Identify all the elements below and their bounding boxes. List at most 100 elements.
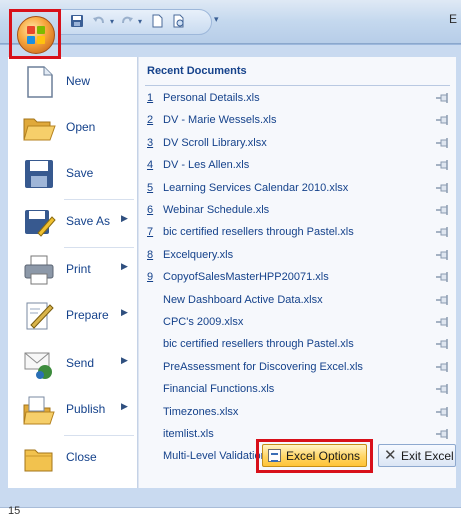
- recent-document-item[interactable]: Financial Functions.xls: [139, 379, 457, 401]
- office-logo-icon: [17, 16, 55, 54]
- submenu-arrow-icon: ▶: [121, 355, 128, 365]
- publish-command[interactable]: Publish ▶: [8, 387, 138, 433]
- quick-access-toolbar: ▾ ▾: [60, 9, 212, 35]
- office-button[interactable]: [9, 9, 61, 59]
- recent-document-number: 3: [147, 136, 154, 149]
- print-preview-icon[interactable]: [171, 14, 187, 30]
- recent-document-item[interactable]: New Dashboard Active Data.xlsx: [139, 290, 457, 312]
- send-icon: [22, 347, 56, 381]
- recent-document-item[interactable]: 2 DV - Marie Wessels.xls: [139, 110, 457, 132]
- recent-document-item[interactable]: Timezones.xlsx: [139, 402, 457, 424]
- recent-document-number: 5: [147, 181, 154, 194]
- pin-icon[interactable]: [435, 159, 451, 171]
- recent-documents-divider: [145, 85, 450, 86]
- pin-icon[interactable]: [435, 114, 451, 126]
- recent-document-name: itemlist.xls: [163, 428, 214, 440]
- send-command[interactable]: Send ▶: [8, 341, 138, 387]
- pin-icon[interactable]: [435, 182, 451, 194]
- publish-icon: [22, 393, 56, 427]
- pin-icon[interactable]: [435, 383, 451, 395]
- excel-options-button[interactable]: Excel Options: [262, 444, 367, 467]
- sheet-strip: 15: [0, 505, 461, 518]
- pin-icon[interactable]: [435, 137, 451, 149]
- customize-dropdown-icon[interactable]: ▾: [214, 14, 228, 28]
- recent-document-number: 9: [147, 271, 154, 284]
- recent-document-name: Webinar Schedule.xls: [163, 204, 270, 216]
- recent-document-item[interactable]: 4 DV - Les Allen.xls: [139, 155, 457, 177]
- pin-icon[interactable]: [435, 428, 451, 440]
- recent-document-name: CPC's 2009.xlsx: [163, 316, 244, 328]
- recent-document-name: bic certified resellers through Pastel.x…: [163, 226, 354, 239]
- save-icon: [22, 157, 56, 191]
- recent-document-item[interactable]: 5 Learning Services Calendar 2010.xlsx: [139, 178, 457, 200]
- save-command[interactable]: Save: [8, 151, 138, 197]
- printer-icon: [22, 253, 56, 287]
- recent-document-item[interactable]: CPC's 2009.xlsx: [139, 312, 457, 334]
- recent-document-name: Financial Functions.xls: [163, 383, 275, 396]
- recent-document-item[interactable]: 9 CopyofSalesMasterHPP20071.xls: [139, 267, 457, 289]
- recent-document-name: New Dashboard Active Data.xlsx: [163, 293, 323, 306]
- new-document-icon[interactable]: [149, 14, 165, 30]
- recent-document-item[interactable]: 6 Webinar Schedule.xls: [139, 200, 457, 222]
- recent-document-number: 2: [147, 114, 154, 127]
- row-number: 15: [8, 505, 21, 517]
- pin-icon[interactable]: [435, 271, 451, 283]
- submenu-arrow-icon: ▶: [121, 213, 128, 223]
- redo-dropdown-icon[interactable]: ▾: [135, 14, 145, 30]
- recent-document-name: PreAssessment for Discovering Excel.xls: [163, 360, 363, 373]
- pin-icon[interactable]: [435, 249, 451, 261]
- pin-icon[interactable]: [435, 316, 451, 328]
- prepare-command[interactable]: Prepare ▶: [8, 293, 138, 339]
- recent-document-number: 1: [147, 92, 154, 104]
- recent-document-name: Personal Details.xls: [163, 92, 260, 104]
- submenu-arrow-icon: ▶: [121, 401, 128, 411]
- save-icon[interactable]: [69, 14, 85, 30]
- recent-document-name: Learning Services Calendar 2010.xlsx: [163, 181, 349, 194]
- pin-icon[interactable]: [435, 92, 451, 104]
- recent-document-name: DV - Les Allen.xls: [163, 159, 250, 172]
- recent-document-item[interactable]: 8 Excelquery.xls: [139, 245, 457, 267]
- pin-icon[interactable]: [435, 338, 451, 350]
- recent-document-item[interactable]: 3 DV Scroll Library.xlsx: [139, 133, 457, 155]
- exit-icon: ✕: [384, 447, 397, 464]
- submenu-arrow-icon: ▶: [121, 307, 128, 317]
- close-folder-icon: [22, 441, 56, 475]
- print-command[interactable]: Print ▶: [8, 247, 138, 293]
- save-as-command[interactable]: Save As ▶: [8, 199, 138, 245]
- new-command[interactable]: New: [8, 59, 138, 105]
- recent-document-item[interactable]: PreAssessment for Discovering Excel.xls: [139, 357, 457, 379]
- pin-icon[interactable]: [435, 406, 451, 418]
- undo-dropdown-icon[interactable]: ▾: [107, 14, 117, 30]
- open-folder-icon: [22, 111, 56, 145]
- pin-icon[interactable]: [435, 204, 451, 216]
- recent-document-name: bic certified resellers through Pastel.x…: [163, 338, 354, 351]
- recent-document-item[interactable]: bic certified resellers through Pastel.x…: [139, 334, 457, 356]
- recent-document-number: 7: [147, 226, 154, 239]
- recent-document-name: DV Scroll Library.xlsx: [163, 136, 267, 149]
- recent-document-item[interactable]: 7 bic certified resellers through Pastel.…: [139, 222, 457, 244]
- pin-icon[interactable]: [435, 361, 451, 373]
- recent-document-name: DV - Marie Wessels.xls: [163, 114, 277, 127]
- title-bar: ▾ ▾ ▾ E: [0, 0, 461, 44]
- command-pane: New Open Save Save As ▶ Print ▶ Prepare …: [8, 57, 138, 488]
- recent-documents-title: Recent Documents: [147, 65, 247, 77]
- recent-document-number: 6: [147, 204, 154, 216]
- pin-icon[interactable]: [435, 226, 451, 238]
- exit-excel-button[interactable]: ✕ Exit Excel: [378, 444, 456, 467]
- recent-document-name: CopyofSalesMasterHPP20071.xls: [163, 271, 329, 284]
- open-command[interactable]: Open: [8, 105, 138, 151]
- recent-document-name: Timezones.xlsx: [163, 405, 239, 418]
- options-icon: [268, 449, 281, 462]
- prepare-icon: [22, 299, 56, 333]
- close-command[interactable]: Close: [8, 435, 138, 481]
- new-document-icon: [22, 65, 56, 99]
- pin-icon[interactable]: [435, 294, 451, 306]
- window-title-fragment: E: [448, 12, 457, 26]
- undo-icon[interactable]: [91, 14, 107, 30]
- redo-icon[interactable]: [119, 14, 135, 30]
- recent-document-name: Excelquery.xls: [163, 248, 234, 261]
- save-as-icon: [22, 205, 56, 239]
- recent-document-number: 8: [147, 248, 154, 261]
- recent-document-item[interactable]: 1 Personal Details.xls: [139, 88, 457, 110]
- recent-documents-pane: Recent Documents 1 Personal Details.xls 2 D…: [138, 57, 456, 488]
